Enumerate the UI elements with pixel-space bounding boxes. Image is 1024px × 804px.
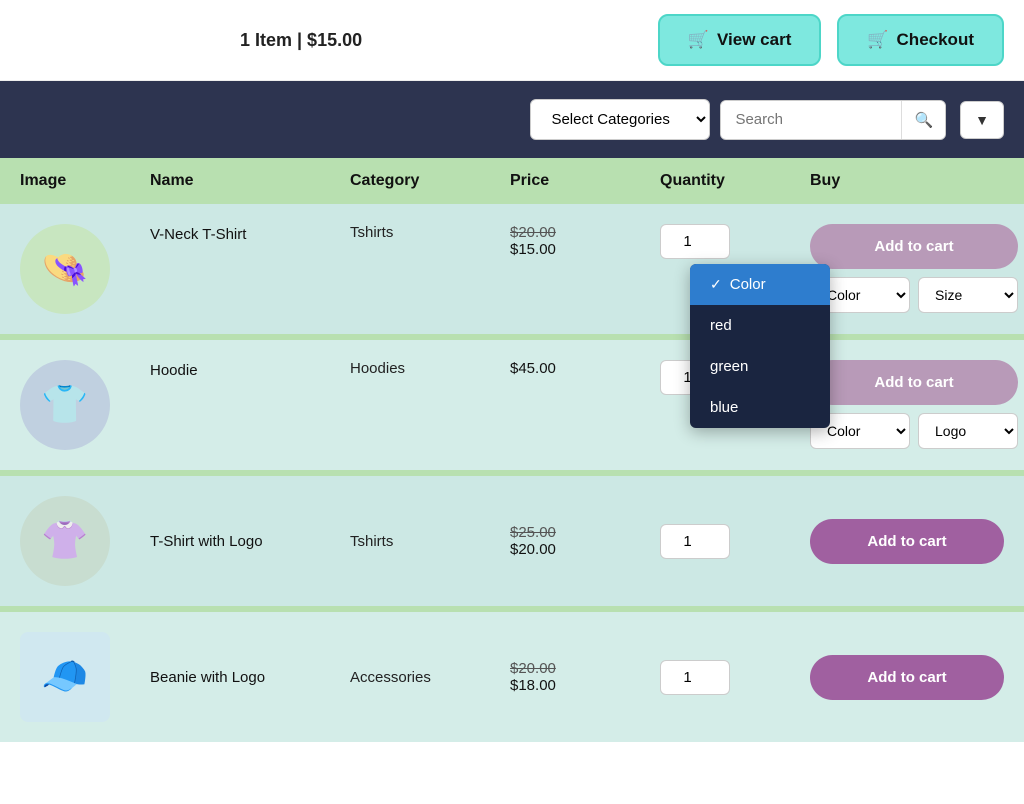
quantity-input[interactable] [660,224,730,259]
view-cart-button[interactable]: 🛒 View cart [658,14,822,66]
price-sale: $15.00 [510,241,660,258]
dropdown-item-red[interactable]: red [690,305,830,346]
nav-dropdown-arrow-button[interactable]: ▼ [960,101,1004,139]
product-emoji: 👕 [41,383,88,427]
product-name: T-Shirt with Logo [150,531,350,552]
col-header-price: Price [510,172,660,190]
col-header-category: Category [350,172,510,190]
table-row: 👒 V-Neck T-Shirt Tshirts $20.00 $15.00 A… [0,204,1024,334]
search-wrapper: 🔍 [720,100,946,140]
cart-summary: 1 Item | $15.00 [240,30,362,51]
price-original: $20.00 [510,660,660,677]
add-to-cart-button[interactable]: Add to cart [810,655,1004,700]
quantity-cell [660,524,810,559]
category-select[interactable]: Select Categories Tshirts Hoodies Access… [530,99,710,140]
price-original: $25.00 [510,524,660,541]
product-image: 🧢 [20,632,150,722]
add-to-cart-label: Add to cart [874,374,953,391]
product-name: Beanie with Logo [150,667,350,688]
product-category: Hoodies [350,360,510,377]
chevron-down-icon: ▼ [975,112,989,128]
nav-bar: Select Categories Tshirts Hoodies Access… [0,81,1024,158]
search-input[interactable] [721,101,901,138]
price-sale: $45.00 [510,360,660,377]
color-dropdown-popup: ✓ Color red green blue [690,264,830,428]
buy-cell: Add to cart Color red green blue Logo Lo… [810,360,1018,449]
search-icon: 🔍 [914,112,933,129]
size-select[interactable]: Size S M L [918,277,1018,313]
price-sale: $20.00 [510,541,660,558]
product-price: $20.00 $18.00 [510,660,660,694]
product-price: $20.00 $15.00 [510,224,660,258]
dropdown-item-label: Color [730,276,766,293]
view-cart-icon: 🛒 [688,30,709,50]
buy-cell: Add to cart [810,655,1004,700]
add-to-cart-button[interactable]: Add to cart [810,224,1018,269]
add-to-cart-button[interactable]: Add to cart [810,360,1018,405]
buy-cell: Add to cart [810,519,1004,564]
search-button[interactable]: 🔍 [901,101,945,139]
table-header: Image Name Category Price Quantity Buy [0,158,1024,204]
dropdown-item-color[interactable]: ✓ Color [690,264,830,305]
col-header-quantity: Quantity [660,172,810,190]
product-image-circle: 👚 [20,496,110,586]
product-category: Tshirts [350,533,510,550]
product-emoji: 👚 [41,519,88,563]
dropdown-item-label: green [710,358,748,375]
variant-selectors: Color red green blue Logo Logo A Logo B [810,413,1018,449]
add-to-cart-label: Add to cart [874,238,953,255]
product-rows-wrapper: 👒 V-Neck T-Shirt Tshirts $20.00 $15.00 A… [0,204,1024,742]
price-original: $20.00 [510,224,660,241]
quantity-input[interactable] [660,660,730,695]
product-name: Hoodie [150,360,350,381]
quantity-cell [660,224,810,259]
price-sale: $18.00 [510,677,660,694]
product-image: 👒 [20,224,150,314]
add-to-cart-label: Add to cart [867,533,946,550]
product-image-circle: 👒 [20,224,110,314]
top-bar: 1 Item | $15.00 🛒 View cart 🛒 Checkout [0,0,1024,81]
col-header-image: Image [20,172,150,190]
product-image-circle: 🧢 [20,632,110,722]
table-row: 🧢 Beanie with Logo Accessories $20.00 $1… [0,612,1024,742]
dropdown-item-green[interactable]: green [690,346,830,387]
quantity-input[interactable] [660,524,730,559]
product-emoji: 🧢 [41,655,88,699]
col-header-name: Name [150,172,350,190]
table-row: 👚 T-Shirt with Logo Tshirts $25.00 $20.0… [0,476,1024,606]
checkout-button[interactable]: 🛒 Checkout [837,14,1004,66]
checkout-icon: 🛒 [867,30,888,50]
view-cart-label: View cart [717,30,791,50]
table-row: 👕 Hoodie Hoodies $45.00 Add to cart Colo… [0,340,1024,470]
dropdown-item-label: red [710,317,732,334]
logo-select-hoodie[interactable]: Logo Logo A Logo B [918,413,1018,449]
product-name: V-Neck T-Shirt [150,224,350,245]
product-price: $25.00 $20.00 [510,524,660,558]
buy-cell: Add to cart Color red green blue Size [810,224,1018,313]
add-to-cart-label: Add to cart [867,669,946,686]
product-emoji: 👒 [41,247,88,291]
variant-selectors: Color red green blue Size S M L [810,277,1018,313]
product-category: Accessories [350,669,510,686]
product-image-circle: 👕 [20,360,110,450]
add-to-cart-button[interactable]: Add to cart [810,519,1004,564]
product-image: 👕 [20,360,150,450]
checkout-label: Checkout [897,30,974,50]
quantity-cell [660,660,810,695]
dropdown-item-blue[interactable]: blue [690,387,830,428]
product-price: $45.00 [510,360,660,377]
dropdown-item-label: blue [710,399,738,416]
checkmark-icon: ✓ [710,276,722,293]
col-header-buy: Buy [810,172,1004,190]
product-table: Image Name Category Price Quantity Buy 👒… [0,158,1024,742]
product-category: Tshirts [350,224,510,241]
product-image: 👚 [20,496,150,586]
